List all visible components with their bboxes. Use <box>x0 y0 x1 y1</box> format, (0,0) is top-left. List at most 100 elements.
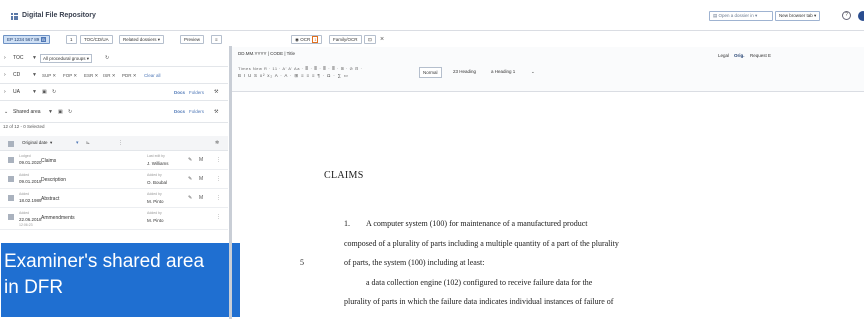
new-tab-select[interactable]: New browser tab ▾ <box>775 11 820 21</box>
toc-row[interactable]: › TOC ▼ All procedural groups ▾ ↻ <box>0 50 228 67</box>
close-icon[interactable]: × <box>380 36 384 43</box>
app-grid-icon[interactable] <box>11 13 18 20</box>
refresh-icon[interactable]: ↻ <box>105 50 109 67</box>
select-all-checkbox[interactable] <box>8 141 14 147</box>
open-dossier-label: Open a dossier in <box>718 13 754 18</box>
row-author: J. Williams <box>147 161 169 166</box>
more-icon[interactable]: ⋮ <box>216 214 221 220</box>
style-heading-2[interactable]: 23 Heading <box>450 67 479 78</box>
refresh-icon[interactable]: ↻ <box>52 84 56 101</box>
calendar-icon[interactable]: ≡ <box>211 35 222 44</box>
document-page[interactable]: CLAIMS 1. A computer system (100) for ma… <box>240 92 864 319</box>
style-normal[interactable]: Normal <box>419 67 442 78</box>
chevron-down-icon[interactable]: ⌄ <box>4 101 8 123</box>
edit-icon[interactable]: ✎ <box>188 195 192 201</box>
row-date: 09.01.2020 <box>19 160 42 165</box>
sort-asc-icon[interactable]: ▾ <box>76 140 79 146</box>
ua-row[interactable]: › UA ▼ ▣ ↻ Docs Folders ⚒ <box>0 84 228 101</box>
table-row[interactable]: Added 18.02.1989 Abstract Added by M. Pi… <box>0 189 228 208</box>
toc-cd-ua-button[interactable]: TOC/CD/UA <box>80 35 113 44</box>
document-line: composed of a plurality of parts includi… <box>344 239 619 248</box>
bookmark-icon[interactable]: ▣ <box>42 84 47 101</box>
clear-all-link[interactable]: Clear all <box>144 67 161 84</box>
sort-desc-icon[interactable]: ⊾ <box>86 140 90 146</box>
styles-more-icon[interactable]: ⌄ <box>528 67 538 78</box>
orig-tab[interactable]: Orig. <box>734 53 745 58</box>
more-icon[interactable]: ⋮ <box>216 176 221 182</box>
legal-tab[interactable]: Legal <box>718 53 729 58</box>
related-dossiers-select[interactable]: Related dossiers ▾ <box>119 35 165 44</box>
chevron-right-icon[interactable]: › <box>4 67 6 84</box>
chevron-right-icon[interactable]: › <box>4 84 6 101</box>
format-toolbar-row-2[interactable]: B I U S x² x₂ A · A · ⊞ ≡ ≡ ≡ ¶ · Ω · ∑ … <box>238 73 349 79</box>
row-date: 18.02.1989 <box>19 198 42 203</box>
request-tab[interactable]: Request E <box>750 53 771 58</box>
row-checkbox[interactable] <box>8 195 14 201</box>
row-checkbox[interactable] <box>8 214 14 220</box>
tag-esr[interactable]: ESR ✕ <box>84 67 98 84</box>
ocr-label: OCR <box>300 37 311 42</box>
ocr-tab[interactable]: ◉ OCR 1 <box>291 35 323 44</box>
more-icon[interactable]: ⋮ <box>216 157 221 163</box>
filter-icon[interactable]: ▼ <box>32 50 37 67</box>
tag-isr[interactable]: ISR ✕ <box>103 67 116 84</box>
dossier-id-tab[interactable]: EP 1234 567 89 B <box>3 35 50 44</box>
row-title[interactable]: Abstract <box>41 196 59 202</box>
table-row[interactable]: Added 09.01.2019 Description Added by O.… <box>0 170 228 189</box>
duplicate-icon[interactable]: ⊡ <box>364 35 376 44</box>
row-title[interactable]: Ammendments <box>41 215 75 221</box>
claim-number: 1. <box>344 219 350 228</box>
bookmark-icon[interactable]: ▣ <box>58 101 63 123</box>
style-heading-1[interactable]: a Heading 1 <box>488 67 518 78</box>
shared-folders-link[interactable]: Folders <box>189 101 204 123</box>
more-icon[interactable]: ⋮ <box>216 195 221 201</box>
help-icon[interactable]: ? <box>842 11 851 20</box>
tag-pdr[interactable]: PDR ✕ <box>122 67 137 84</box>
row-author-label: Added by <box>147 173 162 177</box>
wrench-icon[interactable]: ⚒ <box>214 84 218 101</box>
dossier-badge: B <box>41 37 46 42</box>
cd-row[interactable]: › CD ▼ SUP ✕ FOP ✕ ESR ✕ ISR ✕ PDR ✕ Cle… <box>0 67 228 84</box>
ua-docs-link[interactable]: Docs <box>174 84 185 101</box>
filter-icon[interactable]: ▼ <box>32 84 37 101</box>
format-toolbar-row-1[interactable]: Times New R · 11 · A' A' Aa · ≣ · ≣ · ≣ … <box>238 66 362 71</box>
row-checkbox[interactable] <box>8 176 14 182</box>
ua-folders-link[interactable]: Folders <box>189 84 204 101</box>
tag-sup[interactable]: SUP ✕ <box>42 67 56 84</box>
shared-area-row[interactable]: ⌄ Shared area ▼ ▣ ↻ Docs Folders ⚒ <box>0 101 228 123</box>
settings-icon[interactable]: ✲ <box>215 140 219 146</box>
flag-icon[interactable]: M <box>199 157 203 163</box>
more-icon[interactable]: ⋮ <box>118 140 123 146</box>
tag-fop[interactable]: FOP ✕ <box>63 67 77 84</box>
row-checkbox[interactable] <box>8 157 14 163</box>
top-bar: Digital File Repository ▤ Open a dossier… <box>0 0 864 31</box>
row-author-label: Added by <box>147 192 162 196</box>
shared-docs-link[interactable]: Docs <box>174 101 185 123</box>
caption-line-1: Examiner's shared area <box>4 251 205 272</box>
flag-icon[interactable]: M <box>199 176 203 182</box>
flag-icon[interactable]: M <box>199 195 203 201</box>
row-title[interactable]: Claims <box>41 158 56 164</box>
row-author-label: Last edit by <box>147 154 165 158</box>
sort-select[interactable]: Original date ▾ <box>20 139 54 148</box>
filter-icon[interactable]: ▼ <box>32 67 37 84</box>
procedural-groups-select[interactable]: All procedural groups ▾ <box>40 54 93 63</box>
count-button[interactable]: 1 <box>66 35 77 44</box>
row-title[interactable]: Description <box>41 177 66 183</box>
chevron-down-icon: ▾ <box>157 37 161 42</box>
edit-icon[interactable]: ✎ <box>188 157 192 163</box>
user-avatar[interactable] <box>858 11 864 21</box>
related-dossiers-label: Related dossiers <box>123 37 157 42</box>
refresh-icon[interactable]: ↻ <box>68 101 72 123</box>
preview-button[interactable]: Preview <box>180 35 205 44</box>
family-ocr-tab[interactable]: Family/OCR <box>329 35 362 44</box>
table-row[interactable]: Added 22.06.2018 12:06:23 Ammendments Ad… <box>0 208 228 230</box>
row-date: 22.06.2018 <box>19 217 42 222</box>
document-line: A computer system (100) for maintenance … <box>366 219 588 228</box>
wrench-icon[interactable]: ⚒ <box>214 101 218 123</box>
filter-icon[interactable]: ▼ <box>48 101 53 123</box>
chevron-right-icon[interactable]: › <box>4 50 6 67</box>
table-row[interactable]: Lodged 09.01.2020 Claims Last edit by J.… <box>0 151 228 170</box>
edit-icon[interactable]: ✎ <box>188 176 192 182</box>
open-dossier-select[interactable]: ▤ Open a dossier in ▾ <box>709 11 773 21</box>
